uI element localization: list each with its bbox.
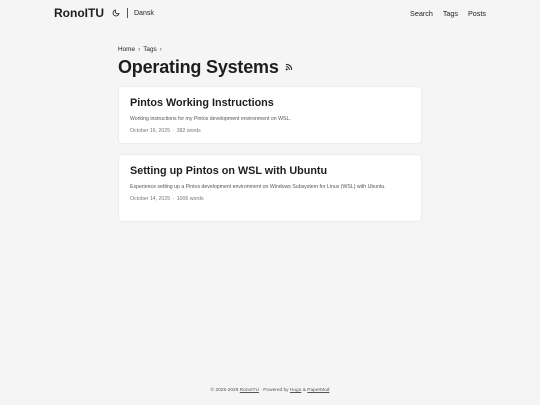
post-card[interactable]: Pintos Working Instructions Working inst… — [118, 86, 422, 144]
page-title: Operating Systems — [118, 56, 279, 77]
footer-site-link[interactable]: RonoITU — [240, 388, 259, 393]
footer-papermod-link[interactable]: PaperMod — [307, 388, 329, 393]
footer-hugo-link[interactable]: Hugo — [290, 388, 301, 393]
nav-item-posts[interactable]: Posts — [468, 9, 486, 18]
title-row: Operating Systems — [118, 56, 422, 78]
nav-item-tags[interactable]: Tags — [443, 9, 458, 18]
post-card[interactable]: Setting up Pintos on WSL with Ubuntu Exp… — [118, 154, 422, 222]
brand: RonoITU Dansk — [54, 6, 154, 20]
post-date: October 14, 2025 — [130, 195, 171, 202]
post-title[interactable]: Pintos Working Instructions — [130, 96, 410, 110]
breadcrumb: Home › Tags › — [118, 46, 422, 53]
footer-separator: · — [260, 388, 262, 393]
site-logo[interactable]: RonoITU — [54, 6, 104, 20]
breadcrumb-separator: › — [159, 46, 162, 53]
footer-copyright: © 2025-2026 — [210, 388, 239, 393]
post-meta: October 14, 2025 · 1006 words — [130, 195, 410, 203]
breadcrumb-tags[interactable]: Tags — [143, 46, 157, 53]
footer-powered-by: Powered by — [263, 388, 289, 393]
site-footer: © 2025-2026 RonoITU · Powered by Hugo & … — [0, 388, 540, 393]
meta-separator: · — [172, 195, 175, 202]
meta-separator: · — [172, 127, 175, 134]
language-switch[interactable]: Dansk — [134, 10, 154, 17]
page: RonoITU Dansk Search Tags Posts Home › T… — [0, 0, 540, 405]
header-divider — [127, 8, 128, 18]
breadcrumb-separator: › — [138, 46, 141, 53]
post-summary: Working instructions for my Pintos devel… — [130, 116, 291, 122]
main-content: Home › Tags › Operating Systems Pintos W… — [118, 46, 422, 222]
footer-ampersand: & — [302, 388, 306, 393]
post-meta: October 16, 2025 · 382 words — [130, 127, 410, 135]
post-word-count: 1006 words — [176, 195, 204, 202]
moon-icon[interactable] — [111, 8, 121, 18]
post-title[interactable]: Setting up Pintos on WSL with Ubuntu — [130, 164, 410, 178]
main-nav: Search Tags Posts — [400, 9, 486, 18]
nav-item-search[interactable]: Search — [410, 9, 433, 18]
rss-icon[interactable] — [285, 63, 293, 71]
site-header: RonoITU Dansk Search Tags Posts — [0, 0, 540, 26]
post-word-count: 382 words — [176, 127, 201, 134]
post-date: October 16, 2025 — [130, 127, 171, 134]
breadcrumb-home[interactable]: Home — [118, 46, 135, 53]
post-summary: Experience setting up a Pintos developme… — [130, 184, 386, 190]
